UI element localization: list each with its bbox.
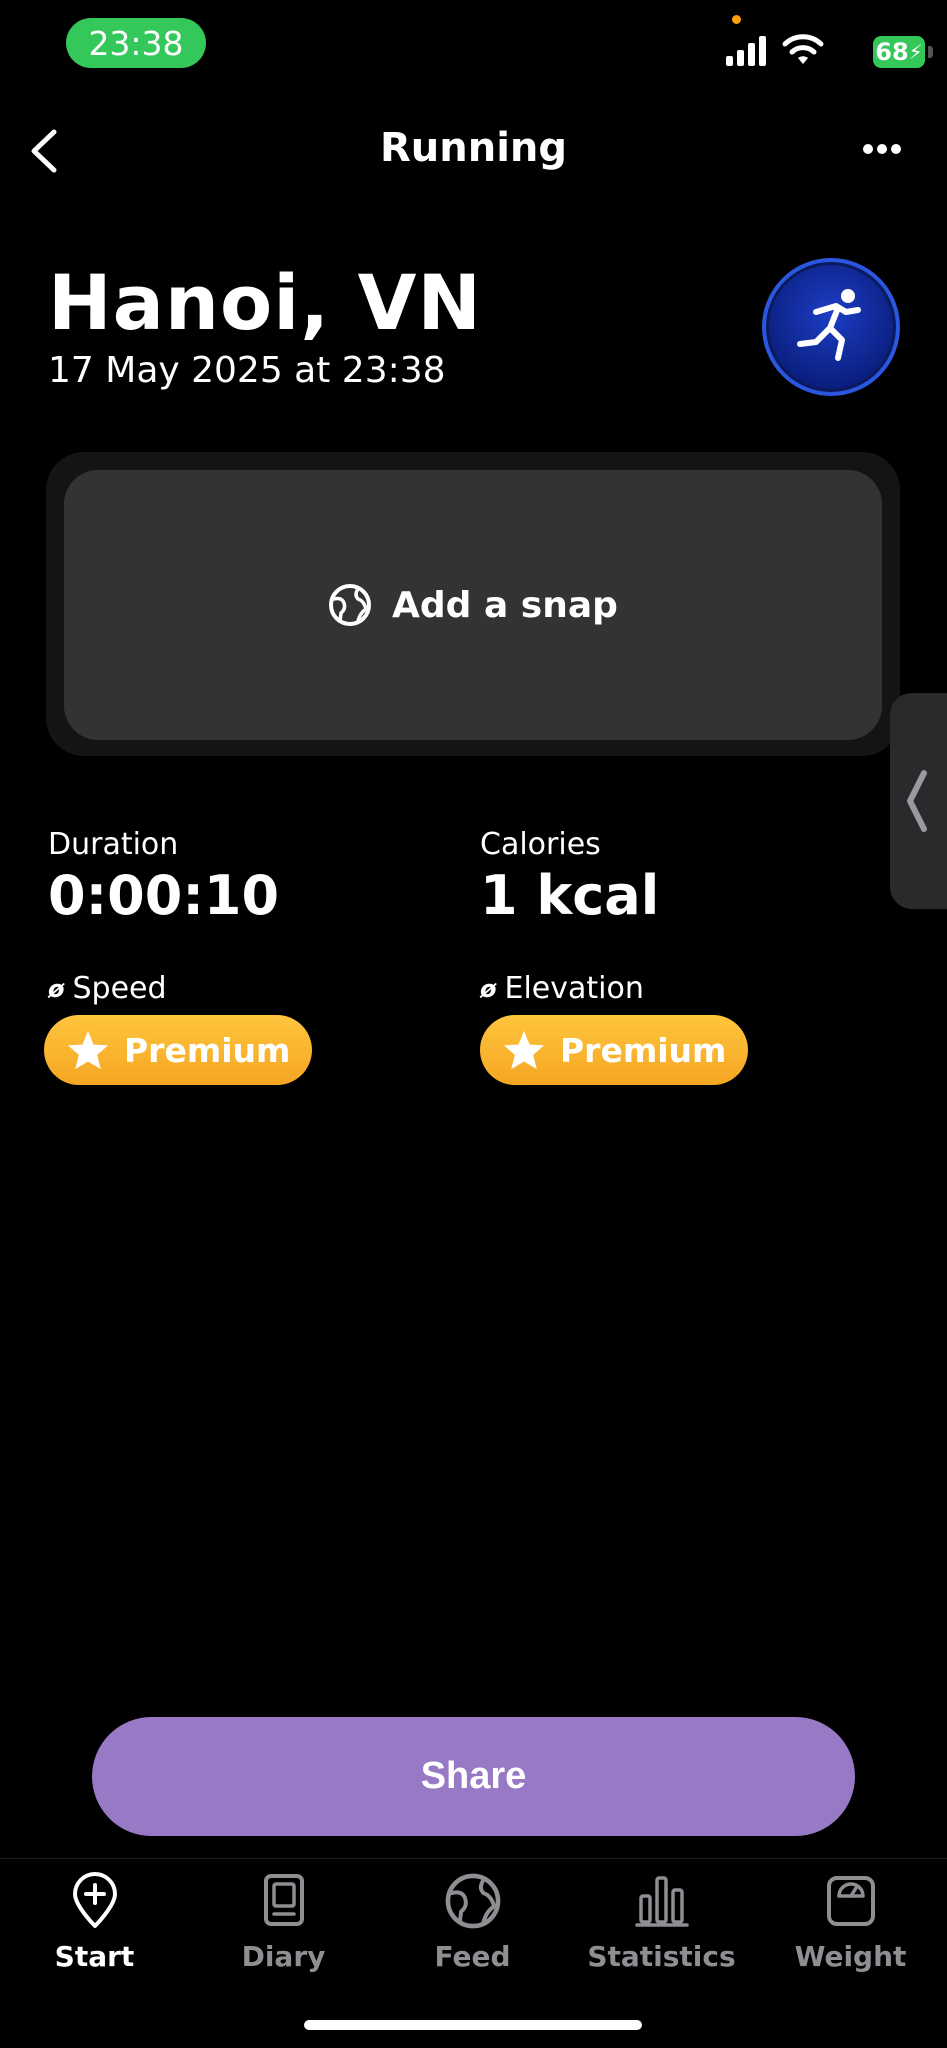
star-icon <box>503 1030 545 1070</box>
calories-label: Calories <box>480 827 601 862</box>
status-time: 23:38 <box>66 18 206 68</box>
running-person-icon <box>797 289 861 361</box>
tab-feed[interactable]: Feed <box>378 1872 567 1973</box>
add-snap-button[interactable]: Add a snap <box>64 470 882 740</box>
tab-label: Start <box>54 1940 135 1973</box>
calories-value: 1 kcal <box>480 864 660 927</box>
average-symbol: ø <box>480 974 497 1003</box>
elevation-label-group: ø Elevation <box>480 971 644 1006</box>
elevation-label: Elevation <box>504 971 644 1006</box>
cellular-signal-icon <box>726 36 766 66</box>
tab-diary[interactable]: Diary <box>189 1872 378 1973</box>
chevron-left-icon <box>907 770 927 832</box>
side-drawer-handle[interactable] <box>890 693 947 909</box>
speed-premium-button[interactable]: Premium <box>44 1015 312 1085</box>
more-horizontal-icon[interactable] <box>862 143 902 155</box>
activity-location: Hanoi, VN <box>48 258 483 347</box>
activity-type-badge[interactable] <box>762 258 900 396</box>
privacy-indicator-dot <box>732 15 741 24</box>
tab-label: Weight <box>794 1940 907 1973</box>
add-snap-label: Add a snap <box>392 584 618 626</box>
globe-icon <box>445 1873 500 1929</box>
tab-label: Feed <box>434 1940 511 1973</box>
premium-label: Premium <box>124 1030 291 1070</box>
speed-label: Speed <box>72 971 167 1006</box>
location-plus-icon <box>72 1872 117 1928</box>
speed-label-group: ø Speed <box>48 971 167 1006</box>
share-button[interactable]: Share <box>92 1717 855 1836</box>
elevation-premium-button[interactable]: Premium <box>480 1015 748 1085</box>
home-indicator[interactable] <box>304 2020 642 2030</box>
globe-icon <box>329 584 372 626</box>
tab-statistics[interactable]: Statistics <box>567 1872 756 1973</box>
star-icon <box>67 1030 109 1070</box>
tab-weight[interactable]: Weight <box>756 1872 945 1973</box>
tab-start[interactable]: Start <box>0 1872 189 1973</box>
duration-label: Duration <box>48 827 179 862</box>
battery-level: 68 <box>875 38 909 66</box>
wifi-icon <box>782 34 824 64</box>
bar-chart-icon <box>634 1876 689 1927</box>
activity-datetime: 17 May 2025 at 23:38 <box>48 350 446 391</box>
page-title: Running <box>379 125 568 171</box>
tab-label: Diary <box>241 1940 326 1973</box>
tab-label: Statistics <box>587 1940 736 1973</box>
duration-value: 0:00:10 <box>48 864 280 927</box>
tab-bar-divider <box>0 1858 947 1859</box>
battery-tip <box>928 46 933 58</box>
average-symbol: ø <box>48 974 65 1003</box>
scale-icon <box>826 1876 875 1926</box>
battery-charging-icon: 68 ⚡ <box>873 36 925 68</box>
premium-label: Premium <box>560 1030 727 1070</box>
diary-icon <box>263 1874 304 1926</box>
